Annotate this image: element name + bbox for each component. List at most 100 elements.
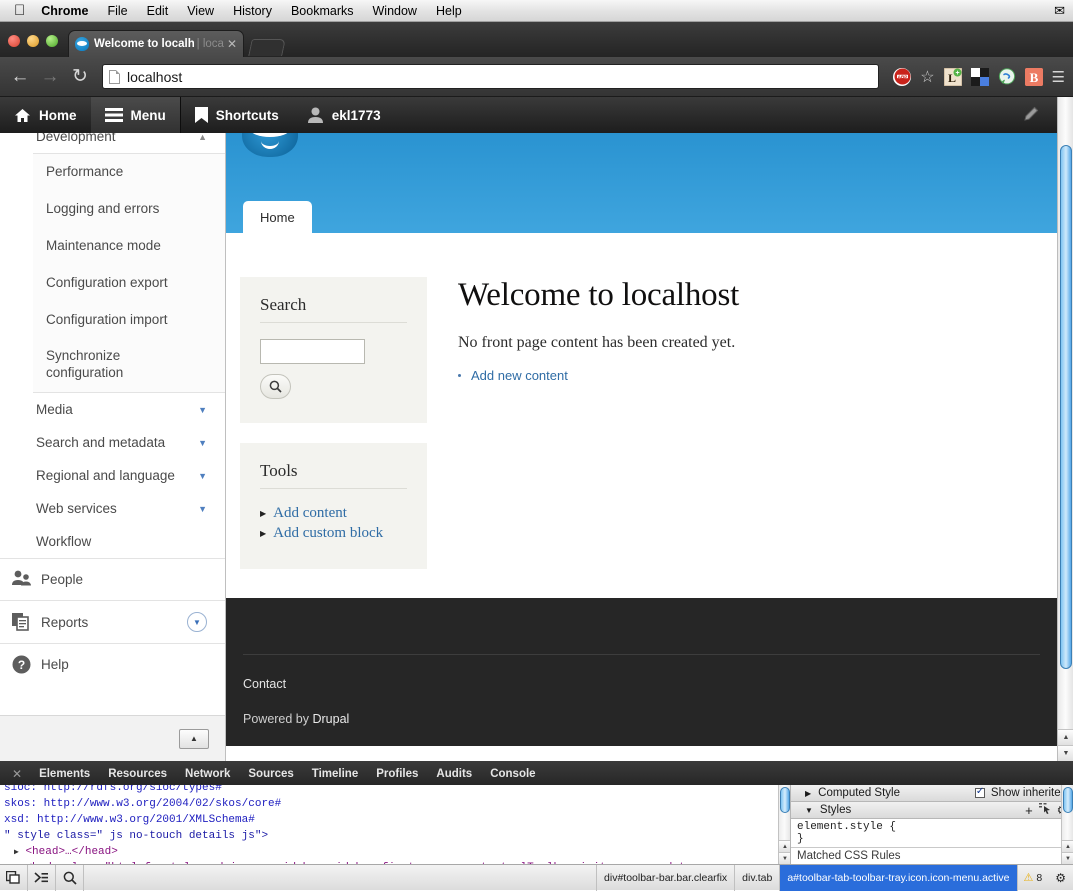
scroll-up-arrow-icon[interactable]: ▲ [1058, 729, 1073, 745]
chevron-down-icon[interactable]: ▼ [198, 471, 207, 481]
scroll-up-arrow-icon[interactable]: ▲ [1062, 840, 1073, 852]
reload-icon[interactable]: ↻ [68, 67, 92, 86]
element-style-rule[interactable]: element.style { } [791, 819, 1073, 847]
tray-group-regional-and-language[interactable]: Regional and language ▼ [0, 459, 225, 492]
tab-elements[interactable]: Elements [30, 768, 99, 780]
maximize-window-button[interactable] [46, 35, 58, 47]
sidebar-item-help[interactable]: ? Help [0, 643, 225, 685]
close-window-button[interactable] [8, 35, 20, 47]
back-arrow-icon[interactable]: ← [8, 67, 32, 86]
triangle-right-icon[interactable]: ▶ [14, 848, 19, 857]
chevron-down-icon[interactable]: ▼ [198, 504, 207, 514]
chrome-menu-icon[interactable]: ☰ [1052, 68, 1065, 86]
dom-scrollbar[interactable]: ▲ ▼ [778, 785, 791, 864]
chevron-down-icon[interactable]: ▼ [187, 612, 207, 633]
menubar-item-view[interactable]: View [187, 4, 214, 18]
warning-count-badge[interactable]: ⚠ 8 [1016, 864, 1049, 891]
styles-scrollbar[interactable]: ▲ ▼ [1061, 785, 1073, 864]
search-submit-button[interactable] [260, 374, 291, 399]
close-icon[interactable]: ✕ [224, 37, 237, 51]
mail-icon[interactable]: ✉ [1054, 3, 1065, 19]
menubar-item-edit[interactable]: Edit [147, 4, 169, 18]
dom-tree-view[interactable]: sioc: http://rdfs.org/sioc/types# skos: … [0, 785, 778, 864]
omnibox[interactable]: localhost [102, 64, 880, 89]
computed-style-header[interactable]: ▶ Computed Style Show inherited [791, 785, 1073, 802]
dom-scrollbar-thumb[interactable] [780, 787, 790, 813]
show-inherited-checkbox[interactable] [974, 786, 985, 798]
tray-subitem-performance[interactable]: Performance [33, 154, 225, 191]
tray-group-search-and-metadata[interactable]: Search and metadata ▼ [0, 426, 225, 459]
drupal-drop-logo[interactable] [242, 133, 298, 157]
tab-timeline[interactable]: Timeline [303, 768, 367, 780]
link-drupal[interactable]: Drupal [312, 712, 349, 726]
tray-subitem-synchronize-configuration[interactable]: Synchronize configuration [33, 338, 145, 392]
tray-group-media[interactable]: Media ▼ [0, 393, 225, 426]
chevron-up-icon[interactable]: ▲ [198, 133, 207, 142]
chevron-down-icon[interactable]: ▼ [198, 438, 207, 448]
breadcrumb-toolbar-tab-selected[interactable]: a#toolbar-tab-toolbar-tray.icon.icon-men… [779, 864, 1017, 891]
link-add-content[interactable]: Add content [273, 505, 347, 522]
toolbar-tab-user[interactable]: ekl1773 [293, 97, 395, 133]
menubar-item-chrome[interactable]: Chrome [41, 4, 88, 18]
gear-icon[interactable]: ⚙ [1048, 871, 1073, 885]
page-scrollbar-thumb[interactable] [1060, 145, 1072, 669]
link-add-custom-block[interactable]: Add custom block [273, 525, 383, 542]
toolbar-tab-shortcuts[interactable]: Shortcuts [181, 97, 293, 133]
triangle-right-icon[interactable]: ▶ [805, 789, 811, 798]
blogger-icon[interactable]: B [1024, 67, 1043, 86]
tray-group-web-services[interactable]: Web services ▼ [0, 492, 225, 525]
tab-home[interactable]: Home [243, 201, 312, 233]
browser-tab-active[interactable]: Welcome to localhost | loca ✕ [68, 30, 244, 57]
footer-link-contact[interactable]: Contact [243, 677, 1040, 691]
tray-subitem-configuration-import[interactable]: Configuration import [33, 302, 225, 339]
forward-arrow-icon[interactable]: → [38, 67, 62, 86]
inspect-element-icon[interactable] [0, 864, 28, 891]
tray-subitem-logging-and-errors[interactable]: Logging and errors [33, 191, 225, 228]
lastpass-icon[interactable]: L + [943, 67, 962, 86]
console-drawer-icon[interactable] [28, 864, 56, 891]
tab-network[interactable]: Network [176, 768, 239, 780]
menubar-item-history[interactable]: History [233, 4, 272, 18]
menubar-item-window[interactable]: Window [373, 4, 417, 18]
chevron-down-icon[interactable]: ▼ [198, 405, 207, 415]
triangle-down-icon[interactable]: ▼ [805, 806, 813, 815]
toolbar-tab-menu[interactable]: Menu [90, 97, 180, 133]
styles-header[interactable]: ▼ Styles + ⚙ [791, 802, 1073, 819]
tray-item-workflow[interactable]: Workflow [0, 525, 225, 558]
tab-resources[interactable]: Resources [99, 768, 176, 780]
dom-line-head[interactable]: ▶ <head>…</head> [4, 845, 778, 861]
scroll-down-arrow-icon[interactable]: ▼ [1062, 852, 1073, 864]
tray-subitem-configuration-export[interactable]: Configuration export [33, 265, 225, 302]
page-scrollbar[interactable]: ▲ ▼ [1057, 97, 1073, 761]
apple-icon[interactable]:  [14, 3, 25, 18]
show-inherited-control[interactable]: Show inherited [974, 786, 1067, 799]
pencil-icon[interactable] [1021, 104, 1041, 127]
search-icon[interactable] [56, 864, 84, 891]
bookmark-star-icon[interactable]: ☆ [920, 67, 934, 87]
new-tab-icon[interactable] [248, 39, 286, 56]
styles-scrollbar-thumb[interactable] [1063, 787, 1073, 813]
minimize-window-button[interactable] [27, 35, 39, 47]
sidebar-item-people[interactable]: People [0, 558, 225, 600]
menubar-item-help[interactable]: Help [436, 4, 462, 18]
dom-line-body[interactable]: ▼ <body class="html front logged-in one-… [4, 861, 778, 864]
tab-sources[interactable]: Sources [239, 768, 302, 780]
windows-squares-icon[interactable] [970, 67, 989, 86]
toolbar-tab-home[interactable]: Home [0, 97, 91, 133]
chat-bubble-icon[interactable] [998, 67, 1016, 86]
element-picker-icon[interactable] [1038, 803, 1051, 817]
menubar-item-bookmarks[interactable]: Bookmarks [291, 4, 354, 18]
adblock-plus-icon[interactable]: ABP [893, 67, 912, 86]
tab-audits[interactable]: Audits [427, 768, 481, 780]
breadcrumb-toolbar-bar[interactable]: div#toolbar-bar.bar.clearfix [596, 864, 734, 891]
search-input[interactable] [260, 339, 365, 364]
tab-profiles[interactable]: Profiles [367, 768, 427, 780]
close-icon[interactable]: ✕ [4, 767, 30, 781]
tab-console[interactable]: Console [481, 768, 544, 780]
tray-subitem-maintenance-mode[interactable]: Maintenance mode [33, 228, 225, 265]
link-add-new-content[interactable]: Add new content [471, 368, 568, 383]
menubar-item-file[interactable]: File [107, 4, 127, 18]
plus-icon[interactable]: + [1025, 803, 1033, 818]
breadcrumb-div-tab[interactable]: div.tab [734, 864, 779, 891]
scroll-down-arrow-icon[interactable]: ▼ [1058, 745, 1073, 761]
